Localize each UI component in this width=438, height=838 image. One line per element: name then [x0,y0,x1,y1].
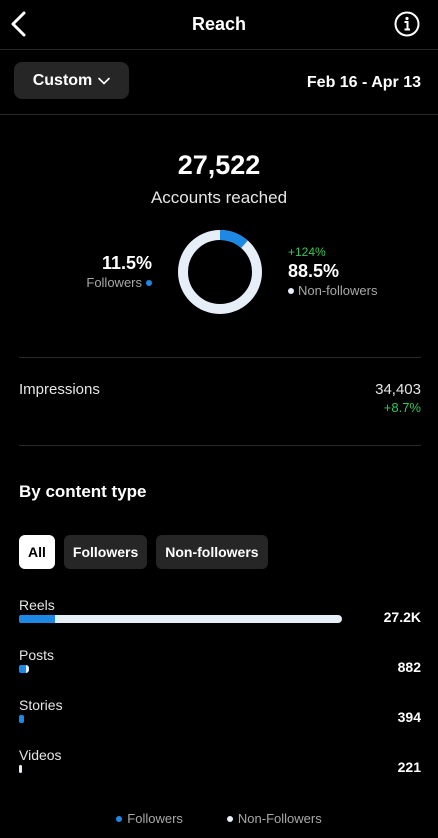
content-row: Stories 394 [19,697,421,737]
content-row-label: Videos [19,747,62,763]
content-row-bar [19,715,342,723]
content-row-value: 221 [397,759,421,775]
followers-donut-chart [178,230,262,314]
accounts-reached-label: Accounts reached [150,188,288,207]
toolbar-divider [0,114,438,115]
impressions-label: Impressions [19,381,100,398]
nonfollowers-bar-segment [19,765,22,773]
nonfollowers-dot-icon [288,287,294,294]
section-divider [19,445,421,446]
content-row-label: Stories [19,697,63,713]
content-row-label: Reels [19,597,55,613]
content-row-bar [19,665,342,673]
impressions-value: 34,403 [375,381,421,398]
chart-legend: Followers Non-Followers [0,811,438,826]
nonfollowers-change: +124% [288,245,326,259]
followers-label: Followers [86,275,142,290]
content-row-bar [19,765,342,773]
content-row-value: 394 [397,709,421,725]
nonfollowers-bar-segment [26,665,30,673]
chevron-down-icon [98,77,111,85]
page-title: Reach [191,14,247,34]
followers-dot-icon [146,279,152,286]
nonfollowers-dot-icon [226,815,233,822]
followers-dot-icon [116,815,123,822]
content-row: Reels 27.2K [19,597,421,637]
legend-nonfollowers-label: Non-Followers [237,811,322,826]
content-row-value: 27.2K [383,609,421,625]
followers-percent: 11.5% [101,253,152,273]
followers-bar-segment [19,665,27,673]
range-label: Custom [32,71,93,89]
followers-bar-segment [19,615,55,623]
nonfollowers-arc [178,230,262,314]
nonfollowers-label: Non-followers [298,283,378,298]
content-row-value: 882 [397,659,421,675]
info-circle-icon[interactable] [394,11,420,37]
accounts-reached-total: 27,522 [177,150,261,180]
header: Reach [0,0,438,50]
legend-followers: Followers [116,811,183,826]
nonfollowers-percent: 88.5% [288,261,340,281]
content-row-bar [19,615,342,623]
content-row: Posts 882 [19,647,421,687]
nonfollowers-bar-segment [54,615,342,623]
audience-filter-tabs: All Followers Non-followers [19,535,268,569]
section-divider [19,357,421,358]
followers-legend: Followers [86,275,152,290]
content-row: Videos 221 [19,747,421,787]
legend-followers-label: Followers [127,811,183,826]
legend-nonfollowers: Non-Followers [226,811,322,826]
content-type-title: By content type [19,482,147,501]
impressions-change: +8.7% [383,400,421,415]
date-range-text: Feb 16 - Apr 13 [306,74,421,91]
filter-followers[interactable]: Followers [63,535,148,569]
content-row-label: Posts [19,647,55,663]
filter-nonfollowers[interactable]: Non-followers [156,535,268,569]
header-divider [0,49,438,50]
nonfollowers-legend: Non-followers [288,283,377,298]
date-range-dropdown[interactable]: Custom [14,62,129,99]
followers-bar-segment [19,715,24,723]
filter-all[interactable]: All [19,535,55,569]
